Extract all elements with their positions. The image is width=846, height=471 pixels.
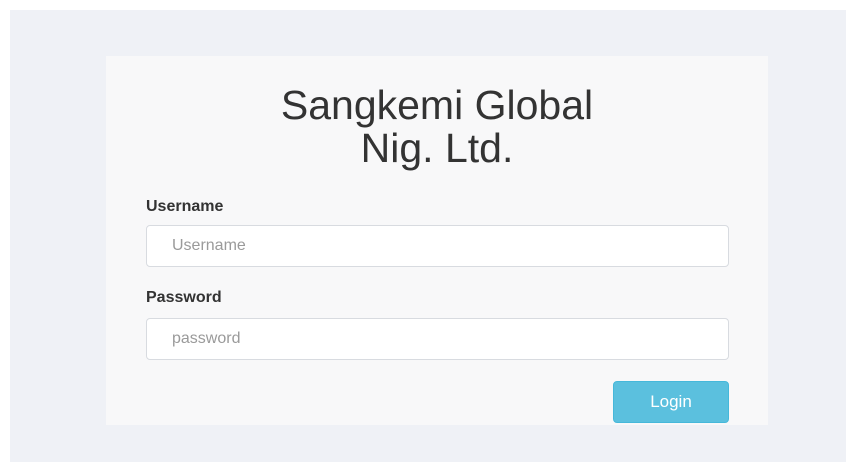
password-label: Password [146,289,222,306]
username-input[interactable] [146,225,729,267]
password-input[interactable] [146,318,729,360]
login-button[interactable]: Login [613,381,729,423]
login-panel: Sangkemi Global Nig. Ltd. Username Passw… [106,56,768,425]
page: Sangkemi Global Nig. Ltd. Username Passw… [0,0,846,471]
company-title: Sangkemi Global Nig. Ltd. [106,84,768,170]
company-title-line-2: Nig. Ltd. [360,125,514,171]
username-label: Username [146,198,224,215]
company-title-line-1: Sangkemi Global [280,82,594,128]
